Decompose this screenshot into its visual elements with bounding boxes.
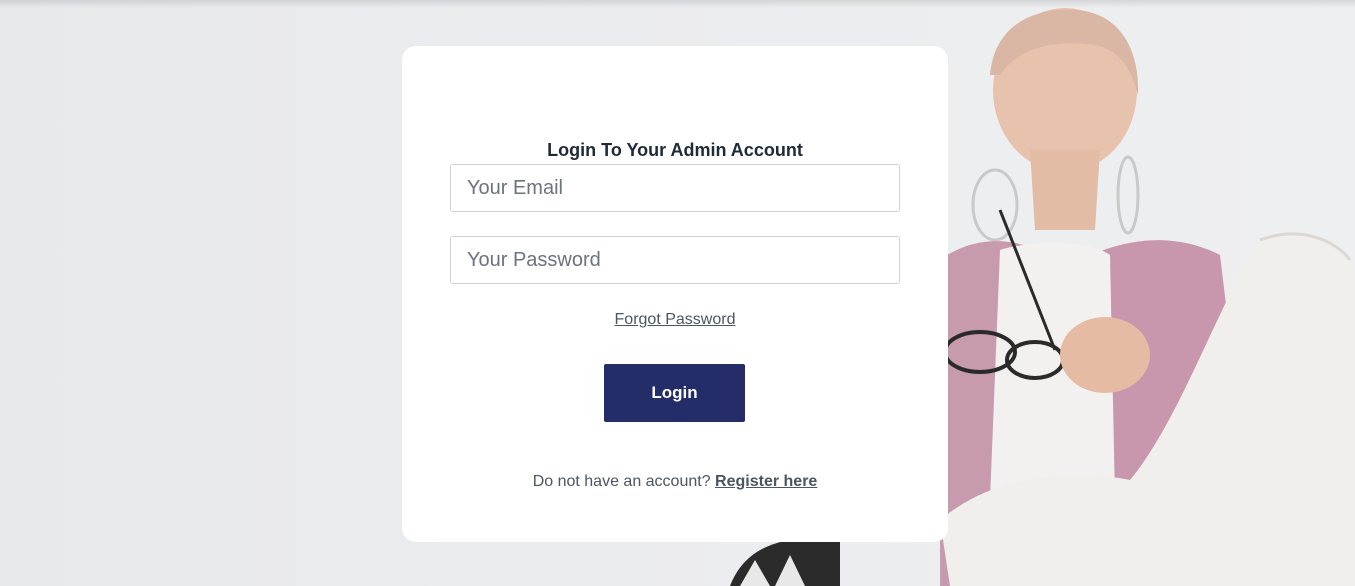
password-input[interactable] [450, 236, 900, 284]
register-link[interactable]: Register here [715, 473, 817, 490]
login-card: Login To Your Admin Account Forgot Passw… [402, 46, 948, 542]
email-input[interactable] [450, 164, 900, 212]
forgot-password-row: Forgot Password [402, 311, 948, 329]
login-title: Login To Your Admin Account [547, 140, 803, 160]
forgot-password-link[interactable]: Forgot Password [615, 311, 736, 328]
register-prompt-text: Do not have an account? [532, 473, 716, 490]
register-prompt-row: Do not have an account? Register here [402, 473, 948, 491]
login-button[interactable]: Login [604, 364, 745, 422]
